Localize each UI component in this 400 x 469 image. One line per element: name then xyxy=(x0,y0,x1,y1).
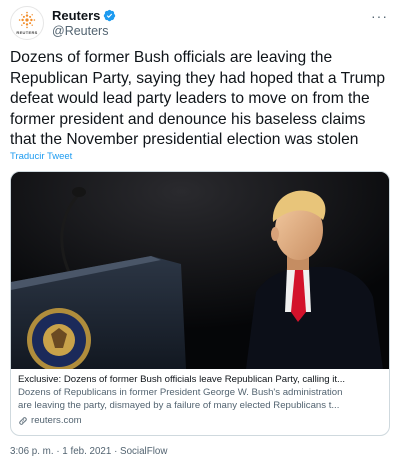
tweet: REUTERS Reuters @Reuters ··· Dozens of f… xyxy=(0,0,400,469)
tweet-header: REUTERS Reuters @Reuters ··· xyxy=(8,6,392,40)
reuters-logo-icon xyxy=(18,11,36,29)
tweet-text: Dozens of former Bush officials are leav… xyxy=(10,48,394,151)
card-meta: Exclusive: Dozens of former Bush officia… xyxy=(18,373,382,427)
avatar[interactable]: REUTERS xyxy=(10,6,44,40)
verified-badge-icon xyxy=(104,9,116,21)
card-image xyxy=(11,172,389,369)
translate-tweet-link[interactable]: Traducir Tweet xyxy=(10,151,72,162)
card-description: Dozens of Republicans in former Presiden… xyxy=(18,387,382,412)
display-name-row: Reuters xyxy=(52,7,116,23)
tweet-text-line: Republican Party, saying they had hoped … xyxy=(10,69,386,87)
tweet-text-line: defeat would lead party leaders to move … xyxy=(10,90,370,107)
avatar-wordmark: REUTERS xyxy=(16,30,38,35)
link-card[interactable]: Exclusive: Dozens of former Bush officia… xyxy=(10,171,390,436)
card-description-line: are leaving the party, dismayed by a fai… xyxy=(18,399,340,411)
tweet-date[interactable]: 1 feb. 2021 xyxy=(62,446,111,457)
card-description-line: Dozens of Republicans in former Presiden… xyxy=(18,387,343,398)
tweet-text-line: former president and denounce his basele… xyxy=(10,110,366,128)
tweet-footer: 3:06 p. m. · 1 feb. 2021 · SocialFlow xyxy=(10,446,167,457)
card-title[interactable]: Exclusive: Dozens of former Bush officia… xyxy=(18,373,382,386)
card-domain-text: reuters.com xyxy=(31,415,82,426)
link-icon xyxy=(19,416,27,425)
tweet-text-line: Dozens of former Bush officials are leav… xyxy=(10,49,333,66)
tweet-text-line: that the November presidential election … xyxy=(10,131,359,148)
card-photo xyxy=(11,172,389,369)
card-domain[interactable]: reuters.com xyxy=(18,414,382,427)
tweet-time[interactable]: 3:06 p. m. xyxy=(10,446,54,457)
account-names: Reuters @Reuters xyxy=(52,7,116,38)
tweet-source[interactable]: SocialFlow xyxy=(120,446,167,457)
display-name[interactable]: Reuters xyxy=(52,8,100,23)
account-handle[interactable]: @Reuters xyxy=(52,24,116,38)
more-options-button[interactable]: ··· xyxy=(371,8,388,24)
